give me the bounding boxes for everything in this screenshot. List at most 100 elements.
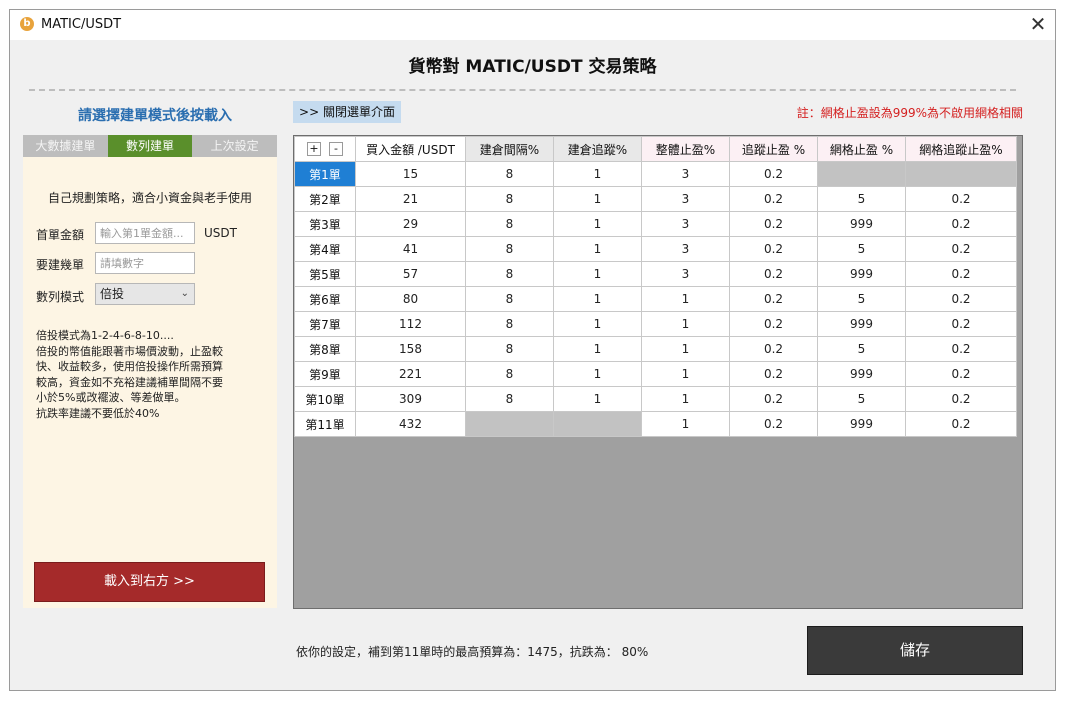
tab-last-settings[interactable]: 上次設定: [192, 135, 278, 157]
table-cell[interactable]: 1: [553, 211, 642, 237]
row-header[interactable]: 第7單: [294, 311, 356, 337]
table-cell[interactable]: [817, 161, 906, 187]
row-header[interactable]: 第6單: [294, 286, 356, 312]
table-cell[interactable]: 0.2: [905, 211, 1017, 237]
table-cell[interactable]: 3: [641, 161, 730, 187]
table-row[interactable]: 第8單 158 8 1 1 0.2 5 0.2: [294, 336, 1017, 362]
table-cell[interactable]: 8: [465, 286, 554, 312]
table-cell[interactable]: 0.2: [729, 411, 818, 437]
close-menu-button[interactable]: >> 關閉選單介面: [293, 101, 401, 123]
table-cell[interactable]: 1: [641, 411, 730, 437]
table-cell[interactable]: 8: [465, 336, 554, 362]
table-cell[interactable]: 999: [817, 361, 906, 387]
table-cell[interactable]: 3: [641, 186, 730, 212]
table-cell[interactable]: 8: [465, 311, 554, 337]
table-row[interactable]: 第7單 112 8 1 1 0.2 999 0.2: [294, 311, 1017, 337]
table-cell[interactable]: 8: [465, 161, 554, 187]
table-cell[interactable]: 1: [553, 336, 642, 362]
table-cell[interactable]: 309: [355, 386, 466, 412]
table-cell[interactable]: 8: [465, 186, 554, 212]
table-cell[interactable]: 999: [817, 211, 906, 237]
table-row[interactable]: 第11單 432 1 0.2 999 0.2: [294, 411, 1017, 437]
table-cell[interactable]: 3: [641, 236, 730, 262]
table-cell[interactable]: 0.2: [729, 261, 818, 287]
order-count-input[interactable]: [95, 252, 195, 274]
table-row[interactable]: 第3單 29 8 1 3 0.2 999 0.2: [294, 211, 1017, 237]
table-cell[interactable]: 1: [553, 286, 642, 312]
table-row[interactable]: 第2單 21 8 1 3 0.2 5 0.2: [294, 186, 1017, 212]
row-header[interactable]: 第5單: [294, 261, 356, 287]
tab-sequence[interactable]: 數列建單: [107, 135, 193, 157]
row-header[interactable]: 第1單: [294, 161, 356, 187]
table-cell[interactable]: 21: [355, 186, 466, 212]
table-cell[interactable]: 0.2: [905, 186, 1017, 212]
table-cell[interactable]: 1: [641, 286, 730, 312]
table-cell[interactable]: 1: [553, 186, 642, 212]
row-header[interactable]: 第8單: [294, 336, 356, 362]
table-cell[interactable]: 57: [355, 261, 466, 287]
table-cell[interactable]: 1: [553, 311, 642, 337]
table-cell[interactable]: 0.2: [729, 286, 818, 312]
table-cell[interactable]: 158: [355, 336, 466, 362]
table-cell[interactable]: 80: [355, 286, 466, 312]
table-cell[interactable]: 8: [465, 261, 554, 287]
table-cell[interactable]: 5: [817, 286, 906, 312]
table-cell[interactable]: 0.2: [905, 236, 1017, 262]
table-cell[interactable]: [553, 411, 642, 437]
table-cell[interactable]: 0.2: [729, 161, 818, 187]
table-cell[interactable]: 15: [355, 161, 466, 187]
remove-row-button[interactable]: -: [329, 142, 343, 157]
table-row[interactable]: 第9單 221 8 1 1 0.2 999 0.2: [294, 361, 1017, 387]
table-cell[interactable]: [905, 161, 1017, 187]
table-cell[interactable]: 41: [355, 236, 466, 262]
table-cell[interactable]: 432: [355, 411, 466, 437]
table-cell[interactable]: 8: [465, 236, 554, 262]
table-cell[interactable]: 8: [465, 386, 554, 412]
row-header[interactable]: 第10單: [294, 386, 356, 412]
close-window-button[interactable]: ✕: [1021, 10, 1055, 40]
table-cell[interactable]: 1: [553, 236, 642, 262]
row-header[interactable]: 第9單: [294, 361, 356, 387]
row-header[interactable]: 第3單: [294, 211, 356, 237]
table-cell[interactable]: 0.2: [729, 236, 818, 262]
table-cell[interactable]: 29: [355, 211, 466, 237]
table-cell[interactable]: 1: [553, 261, 642, 287]
table-cell[interactable]: 5: [817, 336, 906, 362]
table-cell[interactable]: 8: [465, 211, 554, 237]
table-cell[interactable]: 1: [641, 361, 730, 387]
table-row[interactable]: 第6單 80 8 1 1 0.2 5 0.2: [294, 286, 1017, 312]
first-amount-input[interactable]: [95, 222, 195, 244]
add-row-button[interactable]: +: [307, 142, 321, 157]
table-cell[interactable]: 3: [641, 211, 730, 237]
table-cell[interactable]: 1: [641, 311, 730, 337]
table-cell[interactable]: 999: [817, 311, 906, 337]
table-cell[interactable]: 1: [641, 386, 730, 412]
table-cell[interactable]: 0.2: [905, 286, 1017, 312]
table-cell[interactable]: 999: [817, 411, 906, 437]
table-cell[interactable]: 0.2: [729, 386, 818, 412]
table-cell[interactable]: 221: [355, 361, 466, 387]
table-cell[interactable]: 0.2: [729, 211, 818, 237]
table-cell[interactable]: 0.2: [905, 261, 1017, 287]
table-cell[interactable]: 112: [355, 311, 466, 337]
row-header[interactable]: 第2單: [294, 186, 356, 212]
table-cell[interactable]: 0.2: [729, 186, 818, 212]
tab-big-data[interactable]: 大數據建單: [23, 135, 108, 157]
table-cell[interactable]: 1: [553, 386, 642, 412]
table-cell[interactable]: 0.2: [729, 361, 818, 387]
row-header[interactable]: 第11單: [294, 411, 356, 437]
table-cell[interactable]: 0.2: [905, 336, 1017, 362]
table-cell[interactable]: [465, 411, 554, 437]
table-row[interactable]: 第10單 309 8 1 1 0.2 5 0.2: [294, 386, 1017, 412]
table-cell[interactable]: 1: [641, 336, 730, 362]
save-button[interactable]: 儲存: [807, 626, 1023, 675]
table-cell[interactable]: 1: [553, 361, 642, 387]
table-row[interactable]: 第1單 15 8 1 3 0.2: [294, 161, 1017, 187]
table-cell[interactable]: 0.2: [729, 336, 818, 362]
table-row[interactable]: 第4單 41 8 1 3 0.2 5 0.2: [294, 236, 1017, 262]
table-cell[interactable]: 5: [817, 386, 906, 412]
table-cell[interactable]: 0.2: [905, 311, 1017, 337]
table-cell[interactable]: 0.2: [729, 311, 818, 337]
table-cell[interactable]: 3: [641, 261, 730, 287]
load-to-right-button[interactable]: 載入到右方 >>: [34, 562, 265, 602]
